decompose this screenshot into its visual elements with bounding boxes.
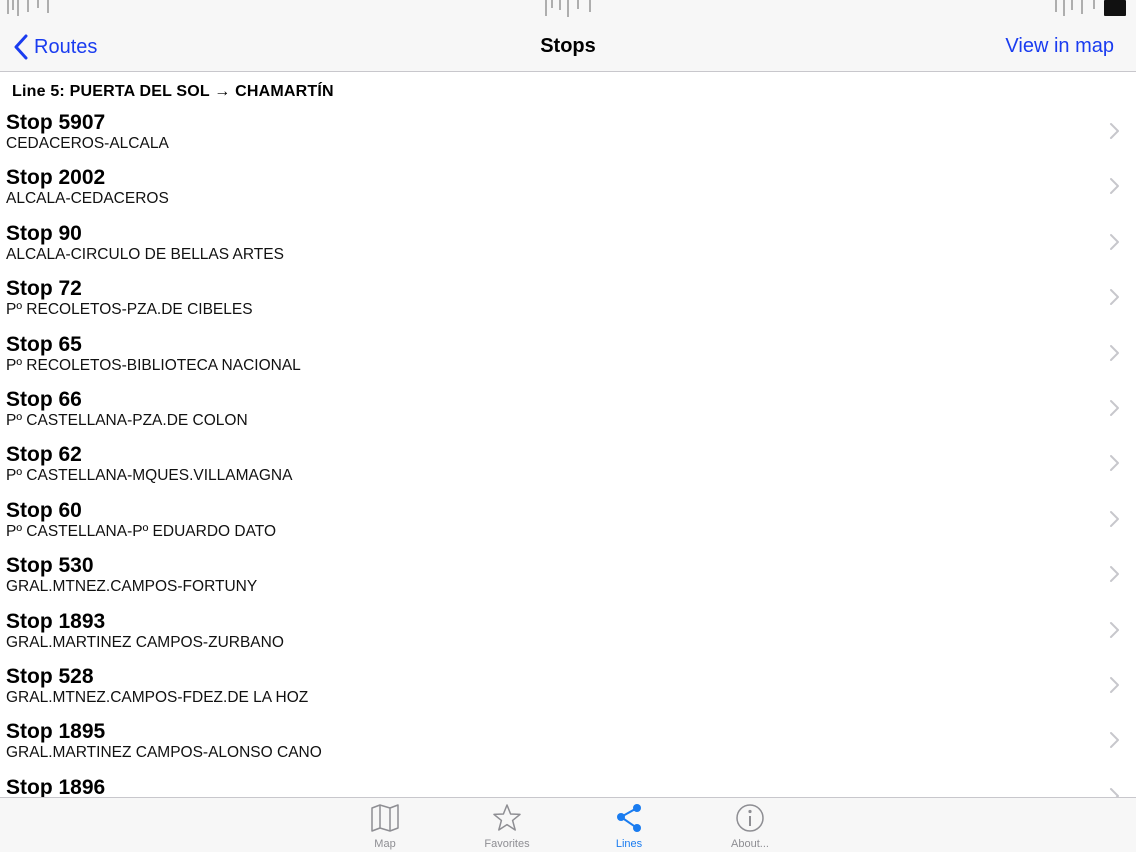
chevron-left-icon	[14, 34, 28, 60]
tab-lines[interactable]: Lines	[584, 802, 674, 850]
stops-rows: Stop 5907 CEDACEROS-ALCALA Stop 2002 ALCALA…	[0, 108, 1136, 797]
back-button[interactable]: Routes	[12, 34, 97, 60]
share-icon	[617, 804, 641, 832]
stop-subtitle: Pº RECOLETOS-PZA.DE CIBELES	[6, 301, 253, 319]
stop-title: Stop 528	[6, 664, 94, 688]
chevron-right-icon	[1110, 455, 1119, 472]
stop-row[interactable]: Stop 5907 CEDACEROS-ALCALA	[0, 108, 1136, 163]
stop-title: Stop 72	[6, 277, 82, 301]
stop-title: Stop 66	[6, 387, 82, 411]
tab-lines-label: Lines	[615, 838, 643, 850]
stop-subtitle: Pº CASTELLANA-MQUES.VILLAMAGNA	[6, 467, 293, 485]
stop-subtitle: Pº RECOLETOS-BIBLIOTECA NACIONAL	[6, 356, 301, 374]
section-header: Line 5: PUERTA DEL SOL → CHAMARTÍN	[12, 83, 334, 100]
chevron-right-icon	[1110, 344, 1119, 361]
chevron-right-icon	[1110, 621, 1119, 638]
tab-map-label: Map	[374, 838, 396, 850]
stop-title: Stop 2002	[6, 166, 106, 190]
stop-row[interactable]: Stop 528 GRAL.MTNEZ.CAMPOS-FDEZ.DE LA HOZ	[0, 662, 1136, 717]
tab-map[interactable]: Map	[340, 802, 430, 850]
stop-subtitle: Pº CASTELLANA-Pº EDUARDO DATO	[6, 522, 277, 540]
info-icon	[736, 804, 764, 832]
stop-row[interactable]: Stop 1896	[0, 773, 1136, 797]
stop-subtitle: GRAL.MTNEZ.CAMPOS-FDEZ.DE LA HOZ	[6, 688, 309, 706]
stop-row[interactable]: Stop 60 Pº CASTELLANA-Pº EDUARDO DATO	[0, 496, 1136, 551]
stop-title: Stop 62	[6, 443, 82, 467]
chevron-right-icon	[1110, 676, 1119, 693]
stop-row[interactable]: Stop 65 Pº RECOLETOS-BIBLIOTECA NACIONAL	[0, 330, 1136, 385]
chevron-right-icon	[1110, 178, 1119, 195]
stop-subtitle: GRAL.MTNEZ.CAMPOS-FORTUNY	[6, 578, 258, 596]
stop-title: Stop 60	[6, 498, 82, 522]
stop-title: Stop 65	[6, 332, 82, 356]
tab-favorites-label: Favorites	[484, 838, 530, 850]
chevron-right-icon	[1110, 233, 1119, 250]
navigation-bar: Routes Stops View in map	[0, 20, 1136, 72]
stop-row[interactable]: Stop 1893 GRAL.MARTINEZ CAMPOS-ZURBANO	[0, 607, 1136, 662]
chevron-right-icon	[1110, 399, 1119, 416]
view-in-map-button[interactable]: View in map	[1005, 35, 1114, 58]
tab-favorites[interactable]: Favorites	[462, 802, 552, 850]
star-icon	[493, 804, 521, 831]
tab-about[interactable]: About...	[705, 802, 795, 850]
map-icon	[371, 804, 399, 832]
chevron-right-icon	[1110, 510, 1119, 527]
page-title: Stops	[540, 35, 596, 57]
stop-title: Stop 90	[6, 221, 82, 245]
chevron-right-icon	[1110, 787, 1119, 797]
stop-subtitle: CEDACEROS-ALCALA	[6, 135, 169, 152]
chevron-right-icon	[1110, 566, 1119, 583]
chevron-right-icon	[1110, 289, 1119, 306]
chevron-right-icon	[1110, 123, 1119, 139]
stops-screen: Routes Stops View in map Line 5: PUERTA …	[0, 0, 1136, 852]
stop-title: Stop 530	[6, 554, 94, 578]
stop-row[interactable]: Stop 1895 GRAL.MARTINEZ CAMPOS-ALONSO CAN…	[0, 717, 1136, 772]
status-bar	[0, 0, 1136, 20]
stop-row[interactable]: Stop 72 Pº RECOLETOS-PZA.DE CIBELES	[0, 274, 1136, 329]
stop-subtitle: GRAL.MARTINEZ CAMPOS-ALONSO CANO	[6, 744, 322, 762]
stop-row[interactable]: Stop 62 Pº CASTELLANA-MQUES.VILLAMAGNA	[0, 440, 1136, 495]
stop-title: Stop 1896	[6, 775, 106, 797]
stop-row[interactable]: Stop 66 Pº CASTELLANA-PZA.DE COLON	[0, 385, 1136, 440]
stop-subtitle: ALCALA-CIRCULO DE BELLAS ARTES	[6, 245, 284, 263]
tab-bar: Map Favorites Lines About...	[0, 797, 1136, 852]
battery-icon	[1104, 0, 1126, 16]
status-indicator	[545, 0, 591, 17]
stop-row[interactable]: Stop 90 ALCALA-CIRCULO DE BELLAS ARTES	[0, 219, 1136, 274]
status-indicator	[7, 0, 49, 16]
stop-subtitle: GRAL.MARTINEZ CAMPOS-ZURBANO	[6, 633, 284, 651]
stop-row[interactable]: Stop 2002 ALCALA-CEDACEROS	[0, 163, 1136, 218]
stop-title: Stop 1893	[6, 609, 106, 633]
back-button-label: Routes	[34, 35, 98, 58]
stop-subtitle: Pº CASTELLANA-PZA.DE COLON	[6, 411, 248, 429]
tab-about-label: About...	[731, 838, 769, 850]
stop-title: Stop 1895	[6, 720, 106, 744]
chevron-right-icon	[1110, 732, 1119, 749]
stops-list[interactable]: Line 5: PUERTA DEL SOL → CHAMARTÍN Stop …	[0, 72, 1136, 797]
stop-row[interactable]: Stop 530 GRAL.MTNEZ.CAMPOS-FORTUNY	[0, 551, 1136, 606]
stop-subtitle: ALCALA-CEDACEROS	[6, 190, 169, 208]
stop-title: Stop 5907	[6, 111, 106, 134]
